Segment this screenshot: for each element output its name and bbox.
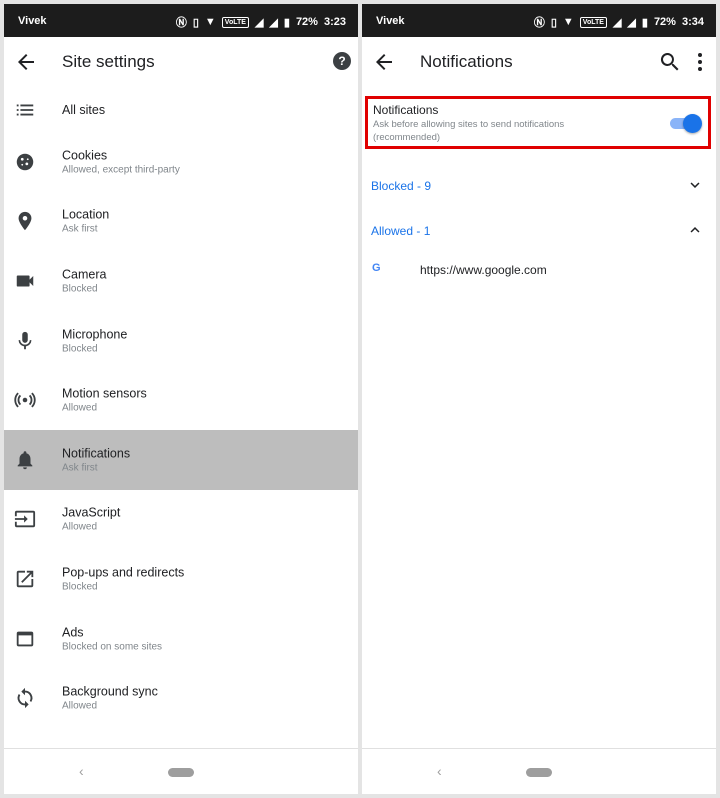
open-in-new-icon	[16, 570, 34, 588]
nav-home-pill[interactable]	[168, 768, 194, 777]
volte-icon: VoLTE	[221, 16, 249, 28]
chevron-up-icon	[690, 227, 700, 233]
clock: 3:23	[323, 16, 346, 28]
setting-label: Cookies	[62, 148, 108, 163]
chevron-down-icon	[690, 182, 700, 188]
notifications-toggle-row[interactable]: Notifications Ask before allowing sites …	[365, 96, 711, 149]
videocam-icon	[16, 275, 34, 287]
back-arrow-icon[interactable]	[14, 50, 38, 74]
setting-status: Ask first	[62, 462, 98, 474]
nav-home-pill[interactable]	[526, 768, 552, 777]
setting-row-microphone[interactable]: Microphone Blocked	[4, 311, 358, 371]
battery-percent: 72%	[295, 16, 318, 28]
nav-back-icon[interactable]: ‹	[79, 763, 84, 779]
setting-label: JavaScript	[62, 505, 121, 520]
blocked-section-header[interactable]: Blocked - 9	[362, 166, 716, 206]
back-arrow-icon[interactable]	[372, 50, 396, 74]
setting-status: Blocked	[62, 283, 98, 295]
mic-icon	[18, 331, 32, 349]
notifications-switch[interactable]	[670, 113, 702, 133]
setting-status: Allowed	[62, 521, 98, 533]
site-url: https://www.google.com	[420, 263, 547, 277]
battery-icon: ▮	[641, 16, 648, 29]
wifi-icon: ▼	[562, 16, 574, 28]
nav-back-icon[interactable]: ‹	[437, 763, 442, 779]
blocked-section-label: Blocked - 9	[371, 179, 432, 193]
allowed-section-header[interactable]: Allowed - 1	[362, 211, 716, 251]
navigation-bar: ‹	[362, 748, 716, 794]
setting-row-motion-sensors[interactable]: Motion sensors Allowed	[4, 370, 358, 430]
setting-row-javascript[interactable]: JavaScript Allowed	[4, 490, 358, 550]
ads-icon	[16, 631, 34, 646]
navigation-bar: ‹	[4, 748, 358, 794]
setting-label: Notifications	[62, 446, 131, 461]
setting-status: Ask first	[62, 223, 98, 235]
wifi-icon: ▼	[204, 16, 216, 28]
setting-label: Location	[62, 207, 110, 222]
setting-status: Allowed	[62, 700, 98, 712]
vibrate-icon: ▯	[550, 16, 557, 29]
setting-row-ads[interactable]: Ads Blocked on some sites	[4, 609, 358, 669]
notifications-screen: Vivek Ⓝ ▯ ▼ VoLTE ◢ ◢ ▮ 72% 3:34 Notific…	[362, 4, 716, 794]
sync-icon	[17, 688, 33, 709]
setting-label: Motion sensors	[62, 386, 147, 401]
battery-percent: 72%	[653, 16, 676, 28]
bell-icon	[17, 451, 33, 469]
sensors-icon	[14, 392, 36, 408]
setting-row-location[interactable]: Location Ask first	[4, 192, 358, 252]
carrier-name: Vivek	[376, 15, 405, 27]
setting-status: Allowed, except third-party	[62, 164, 180, 176]
list-icon	[16, 104, 34, 115]
page-title: Notifications	[420, 52, 513, 71]
setting-status: Blocked on some sites	[62, 641, 163, 653]
app-bar: Notifications	[362, 37, 716, 87]
signal-icon: ◢	[254, 16, 264, 29]
site-settings-screen: Vivek Ⓝ ▯ ▼ VoLTE ◢ ◢ ▮ 72% 3:23 Site se…	[4, 4, 358, 794]
allowed-site-row[interactable]: G https://www.google.com	[362, 256, 716, 286]
setting-status: Allowed	[62, 402, 98, 414]
setting-row-notifications[interactable]: Notifications Ask first	[4, 429, 358, 490]
cookie-icon	[16, 153, 34, 171]
allowed-section-label: Allowed - 1	[371, 224, 431, 238]
more-vert-icon[interactable]	[688, 50, 712, 74]
setting-status: Blocked	[62, 581, 98, 593]
search-icon[interactable]	[658, 50, 682, 74]
setting-label: Microphone	[62, 327, 128, 342]
notifications-toggle-label: Notifications	[373, 103, 439, 117]
signal-roaming-icon: ◢	[627, 16, 636, 29]
signal-icon: ◢	[612, 16, 622, 29]
nfc-icon: Ⓝ	[533, 17, 545, 29]
setting-row-cookies[interactable]: Cookies Allowed, except third-party	[4, 132, 358, 192]
battery-icon: ▮	[283, 16, 290, 29]
setting-label: All sites	[62, 102, 106, 117]
setting-label: Camera	[62, 267, 107, 282]
setting-row-camera[interactable]: Camera Blocked	[4, 251, 358, 311]
carrier-name: Vivek	[18, 15, 47, 27]
switch-knob	[683, 114, 702, 133]
setting-label: Ads	[62, 625, 84, 640]
nfc-icon: Ⓝ	[175, 17, 187, 29]
setting-row-background-sync[interactable]: Background sync Allowed	[4, 668, 358, 728]
status-bar: Vivek Ⓝ ▯ ▼ VoLTE ◢ ◢ ▮ 72% 3:23	[4, 4, 358, 37]
setting-status: Blocked	[62, 343, 98, 355]
settings-list: All sites Cookies Allowed, except third-pa…	[4, 87, 358, 788]
setting-row-pop-ups-and-redirects[interactable]: Pop-ups and redirects Blocked	[4, 549, 358, 609]
location-pin-icon	[18, 212, 32, 231]
help-icon[interactable]: ?	[333, 52, 351, 70]
status-bar: Vivek Ⓝ ▯ ▼ VoLTE ◢ ◢ ▮ 72% 3:34	[362, 4, 716, 37]
signal-roaming-icon: ◢	[269, 16, 278, 29]
clock: 3:34	[681, 16, 704, 28]
notifications-toggle-description: Ask before allowing sites to send notifi…	[373, 119, 565, 143]
google-favicon-icon: G	[372, 262, 381, 274]
setting-label: Background sync	[62, 684, 158, 699]
setting-label: Pop-ups and redirects	[62, 565, 185, 580]
setting-row-all-sites[interactable]: All sites	[4, 87, 358, 132]
vibrate-icon: ▯	[192, 16, 199, 29]
app-bar: Site settings ?	[4, 37, 358, 87]
page-title: Site settings	[62, 52, 155, 71]
javascript-icon	[14, 511, 36, 528]
volte-icon: VoLTE	[579, 16, 607, 28]
